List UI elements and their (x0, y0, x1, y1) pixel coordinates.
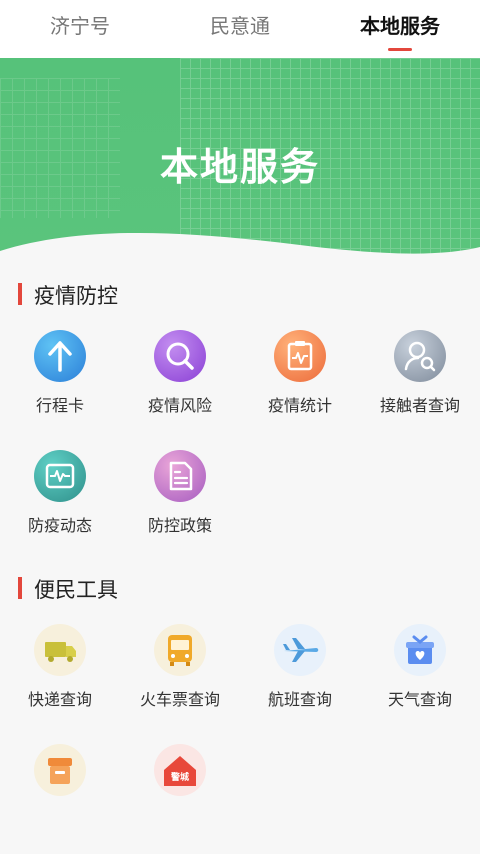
gift-heart-icon (394, 624, 446, 676)
service-epidemic-risk[interactable]: 疫情风险 (120, 330, 240, 440)
box-icon (34, 744, 86, 796)
service-epidemic-stats[interactable]: 疫情统计 (240, 330, 360, 440)
clipboard-chart-icon (274, 330, 326, 382)
airplane-icon (274, 624, 326, 676)
tab-minyi-tong[interactable]: 民意通 (160, 10, 320, 39)
active-tab-indicator (388, 48, 412, 51)
house-badge-text: 警城 (170, 773, 189, 783)
document-list-icon (154, 450, 206, 502)
bus-icon (154, 624, 206, 676)
service-label: 防控政策 (147, 516, 212, 535)
service-label: 行程卡 (35, 396, 84, 415)
tool-item-box[interactable] (0, 744, 120, 854)
tool-train-ticket-query[interactable]: 火车票查询 (120, 624, 240, 734)
heartbeat-monitor-icon (34, 450, 86, 502)
tool-weather-query[interactable]: 天气查询 (360, 624, 480, 734)
top-tab-bar: 济宁号 民意通 本地服务 (0, 0, 480, 58)
arrow-up-icon (34, 330, 86, 382)
section-accent-bar (18, 577, 22, 599)
tool-express-query[interactable]: 快递查询 (0, 624, 120, 734)
section-title: 便民工具 (34, 578, 118, 602)
tab-jining-hao[interactable]: 济宁号 (0, 10, 160, 39)
tool-label: 天气查询 (387, 690, 452, 709)
service-label: 接触者查询 (379, 396, 460, 415)
service-epidemic-news[interactable]: 防疫动态 (0, 450, 120, 560)
service-travel-card[interactable]: 行程卡 (0, 330, 120, 440)
tool-label: 航班查询 (267, 690, 332, 709)
service-label: 疫情风险 (147, 396, 212, 415)
tool-flight-query[interactable]: 航班查询 (240, 624, 360, 734)
service-control-policy[interactable]: 防控政策 (120, 450, 240, 560)
tool-label: 快递查询 (27, 690, 92, 709)
service-label: 疫情统计 (267, 396, 332, 415)
delivery-truck-icon (34, 624, 86, 676)
service-contact-query[interactable]: 接触者查询 (360, 330, 480, 440)
banner-wave (0, 232, 480, 263)
banner-title: 本地服务 (159, 145, 320, 189)
section-accent-bar (18, 283, 22, 305)
banner: 本地服务 (0, 58, 480, 263)
magnifier-icon (154, 330, 206, 382)
tool-label: 火车票查询 (139, 690, 220, 709)
service-label: 防疫动态 (27, 516, 92, 535)
person-search-icon (394, 330, 446, 382)
tool-item-police-city[interactable]: 警城 (120, 744, 240, 854)
tab-local-service[interactable]: 本地服务 (320, 10, 480, 39)
house-icon: 警城 (154, 744, 206, 796)
section-title: 疫情防控 (34, 284, 118, 308)
